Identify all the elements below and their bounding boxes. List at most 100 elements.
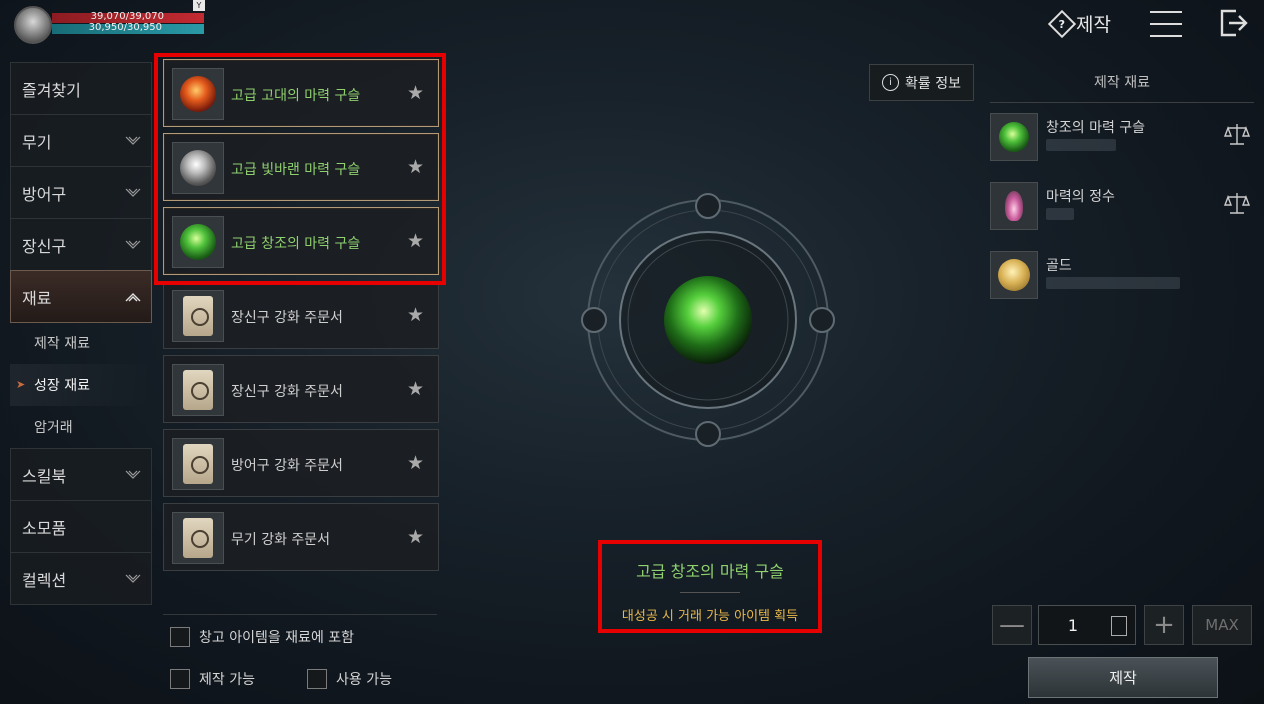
nav-item-collection[interactable]: 컬렉션	[10, 552, 152, 605]
nav-item-favorites[interactable]: 즐겨찾기	[10, 62, 152, 115]
material-row[interactable]: 골드	[990, 251, 1254, 311]
status-badge: Y	[193, 0, 205, 11]
material-count-blurred	[1046, 277, 1180, 289]
nav-item-accessory[interactable]: 장신구	[10, 218, 152, 271]
materials-title: 제작 재료	[1094, 75, 1150, 91]
material-row[interactable]: 마력의 정수	[990, 182, 1254, 242]
star-icon[interactable]: ★	[407, 156, 424, 178]
star-icon[interactable]: ★	[407, 230, 424, 252]
green-orb-icon	[664, 276, 752, 364]
calculator-icon[interactable]	[1111, 616, 1127, 636]
craft-button[interactable]: 제작	[1028, 657, 1218, 698]
player-avatar[interactable]	[14, 6, 52, 44]
material-count-blurred	[1046, 208, 1074, 220]
exit-icon[interactable]	[1218, 8, 1250, 38]
item-name: 무기 강화 주문서	[231, 532, 331, 548]
nav-item-weapon[interactable]: 무기	[10, 114, 152, 167]
material-row[interactable]: 창조의 마력 구슬	[990, 113, 1254, 173]
nav-item-label: 장신구	[22, 236, 67, 256]
chevron-down-icon	[125, 470, 141, 479]
scroll-icon	[172, 438, 224, 490]
include-storage-checkbox[interactable]: 창고 아이템을 재료에 포함	[170, 627, 354, 647]
star-icon[interactable]: ★	[407, 304, 424, 326]
list-item[interactable]: 고급 빛바랜 마력 구슬 ★	[163, 133, 439, 201]
star-icon[interactable]: ★	[407, 82, 424, 104]
nav-item-label: 즐겨찾기	[22, 80, 81, 100]
nav-item-skillbook[interactable]: 스킬북	[10, 448, 152, 501]
page-title[interactable]: ? 제작	[1047, 9, 1111, 38]
list-item-selected[interactable]: 고급 창조의 마력 구슬 ★	[163, 207, 439, 275]
star-icon[interactable]: ★	[407, 526, 424, 548]
quantity-value[interactable]: 1	[1039, 616, 1107, 635]
nav-item-consumable[interactable]: 소모품	[10, 500, 152, 553]
item-name: 방어구 강화 주문서	[231, 458, 343, 474]
crafting-circle	[581, 193, 835, 447]
nav-item-label: 무기	[22, 132, 52, 152]
arrow-pointer-icon: ➤	[16, 378, 26, 391]
divider	[990, 102, 1254, 103]
scroll-icon	[172, 364, 224, 416]
help-diamond-icon[interactable]: ?	[1047, 9, 1077, 38]
nav-item-label: 재료	[22, 288, 52, 308]
material-name: 마력의 정수	[1046, 189, 1115, 205]
usable-checkbox[interactable]: 사용 가능	[307, 669, 392, 689]
probability-info-button[interactable]: i 확률 정보	[869, 64, 974, 101]
decrease-button[interactable]: —	[992, 605, 1032, 645]
item-name: 장신구 강화 주문서	[231, 384, 343, 400]
recipe-list: 고급 고대의 마력 구슬 ★ 고급 빛바랜 마력 구슬 ★ 고급 창조의 마력 …	[163, 59, 439, 577]
increase-button[interactable]: +	[1144, 605, 1184, 645]
item-name: 장신구 강화 주문서	[231, 310, 343, 326]
material-count-blurred	[1046, 139, 1116, 151]
sub-item-black-market[interactable]: 암거래	[10, 406, 152, 448]
list-item[interactable]: 장신구 강화 주문서 ★	[163, 281, 439, 349]
balance-scale-icon[interactable]	[1224, 190, 1250, 216]
star-icon[interactable]: ★	[407, 378, 424, 400]
hamburger-menu-icon[interactable]	[1150, 11, 1182, 37]
nav-item-label: 스킬북	[22, 466, 67, 486]
material-name: 창조의 마력 구슬	[1046, 120, 1146, 136]
page-title-label: 제작	[1076, 14, 1111, 36]
nav-item-label: 컬렉션	[22, 570, 67, 590]
checkbox-label: 창고 아이템을 재료에 포함	[199, 630, 355, 646]
balance-scale-icon[interactable]	[1224, 121, 1250, 147]
list-item[interactable]: 방어구 강화 주문서 ★	[163, 429, 439, 497]
sub-item-label: 제작 재료	[34, 336, 90, 352]
item-name: 고급 창조의 마력 구슬	[231, 236, 361, 252]
essence-crystal-icon	[990, 182, 1038, 230]
result-panel: 고급 창조의 마력 구슬 대성공 시 거래 가능 아이템 획득	[598, 540, 822, 633]
chevron-down-icon	[125, 574, 141, 583]
checkbox-box[interactable]	[170, 627, 190, 647]
chevron-down-icon	[125, 240, 141, 249]
nav-item-label: 소모품	[22, 518, 67, 538]
material-name: 골드	[1046, 258, 1072, 274]
item-name: 고급 빛바랜 마력 구슬	[231, 162, 361, 178]
sub-item-craft-material[interactable]: 제작 재료	[10, 322, 152, 364]
list-item[interactable]: 고급 고대의 마력 구슬 ★	[163, 59, 439, 127]
craftable-checkbox[interactable]: 제작 가능	[170, 669, 255, 689]
green-orb-icon	[990, 113, 1038, 161]
chevron-down-icon	[125, 188, 141, 197]
silver-orb-icon	[172, 142, 224, 194]
probability-label: 확률 정보	[905, 75, 961, 92]
max-button[interactable]: MAX	[1192, 605, 1252, 645]
list-item[interactable]: 무기 강화 주문서 ★	[163, 503, 439, 571]
star-icon[interactable]: ★	[407, 452, 424, 474]
gold-coin-icon	[990, 251, 1038, 299]
nav-item-armor[interactable]: 방어구	[10, 166, 152, 219]
quantity-stepper[interactable]: 1	[1038, 605, 1136, 645]
sub-item-growth-material[interactable]: ➤ 성장 재료	[10, 364, 152, 406]
checkbox-label: 제작 가능	[199, 672, 255, 688]
nav-item-label: 방어구	[22, 184, 67, 204]
checkbox-box[interactable]	[170, 669, 190, 689]
sub-item-label: 암거래	[34, 420, 73, 436]
category-nav: 즐겨찾기 무기 방어구 장신구 재료 제작 재료 ➤ 성장 재료 암거래 스킬북 …	[10, 62, 152, 605]
red-orb-icon	[172, 68, 224, 120]
item-name: 고급 고대의 마력 구슬	[231, 88, 361, 104]
nav-item-material[interactable]: 재료	[10, 270, 152, 323]
list-item[interactable]: 장신구 강화 주문서 ★	[163, 355, 439, 423]
scroll-icon	[172, 290, 224, 342]
checkbox-box[interactable]	[307, 669, 327, 689]
mp-bar: 30,950/30,950	[52, 22, 204, 34]
chevron-down-icon	[125, 136, 141, 145]
chevron-up-icon	[125, 293, 141, 302]
